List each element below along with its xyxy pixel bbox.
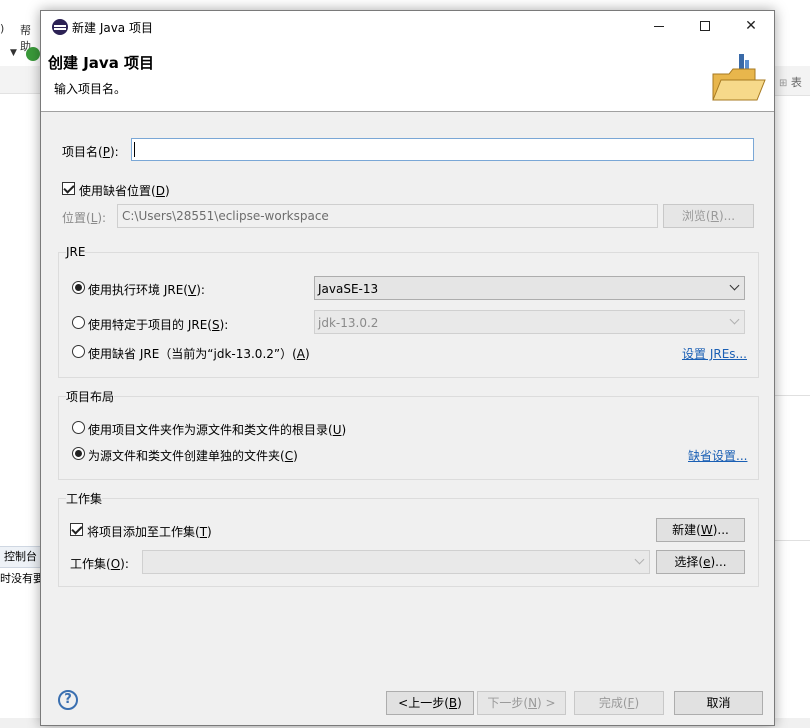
new-project-folder-icon [712, 54, 766, 101]
finish-button: 完成(F) [574, 691, 664, 715]
layout-separate-folders-radio[interactable] [72, 447, 85, 460]
eclipse-icon [52, 19, 68, 35]
bg-right-panel-label: ⊞ 表 [779, 76, 802, 89]
minimize-button[interactable] [636, 11, 682, 42]
close-icon: ✕ [745, 18, 757, 34]
run-icon[interactable] [26, 47, 40, 61]
back-button[interactable]: <上一步(B) [386, 691, 474, 715]
jre-project-specific-radio[interactable] [72, 316, 85, 329]
close-button[interactable]: ✕ [728, 11, 774, 42]
configure-jres-link[interactable]: 设置 JREs... [682, 345, 747, 362]
working-sets-label: 工作集(O): [70, 557, 129, 571]
bg-console-text: 时没有要 [0, 572, 44, 585]
project-layout-group [58, 396, 759, 480]
chevron-down-icon [729, 314, 740, 325]
working-sets-combo [142, 550, 650, 574]
location-label: 位置(L): [62, 211, 107, 225]
layout-single-folder-label[interactable]: 使用项目文件夹作为源文件和类文件的根目录(U) [88, 421, 346, 438]
new-working-set-button[interactable]: 新建(W)... [656, 518, 745, 542]
exec-env-value: JavaSE-13 [318, 282, 379, 296]
use-default-location-checkbox[interactable] [62, 182, 75, 195]
jre-group-title: JRE [66, 245, 86, 259]
layout-separate-folders-label[interactable]: 为源文件和类文件创建单独的文件夹(C) [88, 447, 298, 464]
new-java-project-dialog: 新建 Java 项目 ✕ 创建 Java 项目 输入项目名。 项目名(P): 使… [40, 10, 775, 726]
jre-default-radio[interactable] [72, 345, 85, 358]
next-button: 下一步(N) > [477, 691, 566, 715]
help-icon[interactable]: ? [58, 690, 78, 710]
bg-toolbar: ▼ [0, 44, 40, 66]
jre-project-specific-label[interactable]: 使用特定于项目的 JRE(S): [88, 316, 228, 333]
bg-left-panel [0, 66, 40, 94]
project-jre-combo: jdk-13.0.2 [314, 310, 745, 334]
use-default-location-label[interactable]: 使用缺省位置(D) [79, 182, 170, 199]
window-title: 新建 Java 项目 [72, 21, 153, 35]
wizard-banner: 创建 Java 项目 输入项目名。 [41, 42, 774, 112]
bg-console-tab[interactable]: 控制台 [4, 548, 37, 564]
select-working-set-button[interactable]: 选择(e)... [656, 550, 745, 574]
minimize-icon [654, 26, 664, 27]
add-to-working-set-label[interactable]: 将项目添加至工作集(T) [87, 523, 212, 540]
layout-single-folder-radio[interactable] [72, 421, 85, 434]
jre-exec-env-label[interactable]: 使用执行环境 JRE(V): [88, 281, 205, 298]
banner-message: 输入项目名。 [54, 82, 127, 96]
maximize-button[interactable] [682, 11, 728, 42]
bg-divider [775, 395, 810, 396]
add-to-working-set-checkbox[interactable] [70, 523, 83, 536]
project-layout-title: 项目布局 [66, 388, 115, 405]
working-sets-title: 工作集 [66, 490, 103, 507]
configure-defaults-link[interactable]: 缺省设置... [688, 447, 747, 464]
exec-env-combo[interactable]: JavaSE-13 [314, 276, 745, 300]
bg-menu-item[interactable]: ) [0, 22, 4, 35]
location-field: C:\Users\28551\eclipse-workspace [117, 204, 658, 228]
project-name-input[interactable] [131, 138, 754, 161]
text-caret [134, 142, 135, 157]
bg-divider [775, 540, 810, 541]
project-jre-value: jdk-13.0.2 [318, 316, 379, 330]
outline-icon: ⊞ [779, 78, 788, 89]
maximize-icon [700, 21, 710, 31]
jre-exec-env-radio[interactable] [72, 281, 85, 294]
project-name-label: 项目名(P): [62, 145, 119, 159]
cancel-button[interactable]: 取消 [674, 691, 763, 715]
dropdown-arrow-icon[interactable]: ▼ [10, 48, 17, 58]
jre-default-label[interactable]: 使用缺省 JRE（当前为“jdk-13.0.2”）(A) [88, 345, 310, 362]
chevron-down-icon [729, 280, 740, 291]
banner-title: 创建 Java 项目 [48, 54, 155, 72]
dialog-titlebar[interactable]: 新建 Java 项目 ✕ [41, 11, 774, 42]
bg-menubar: ) 帮助 [0, 20, 40, 53]
chevron-down-icon [634, 554, 645, 565]
browse-button: 浏览(R)... [663, 204, 754, 228]
